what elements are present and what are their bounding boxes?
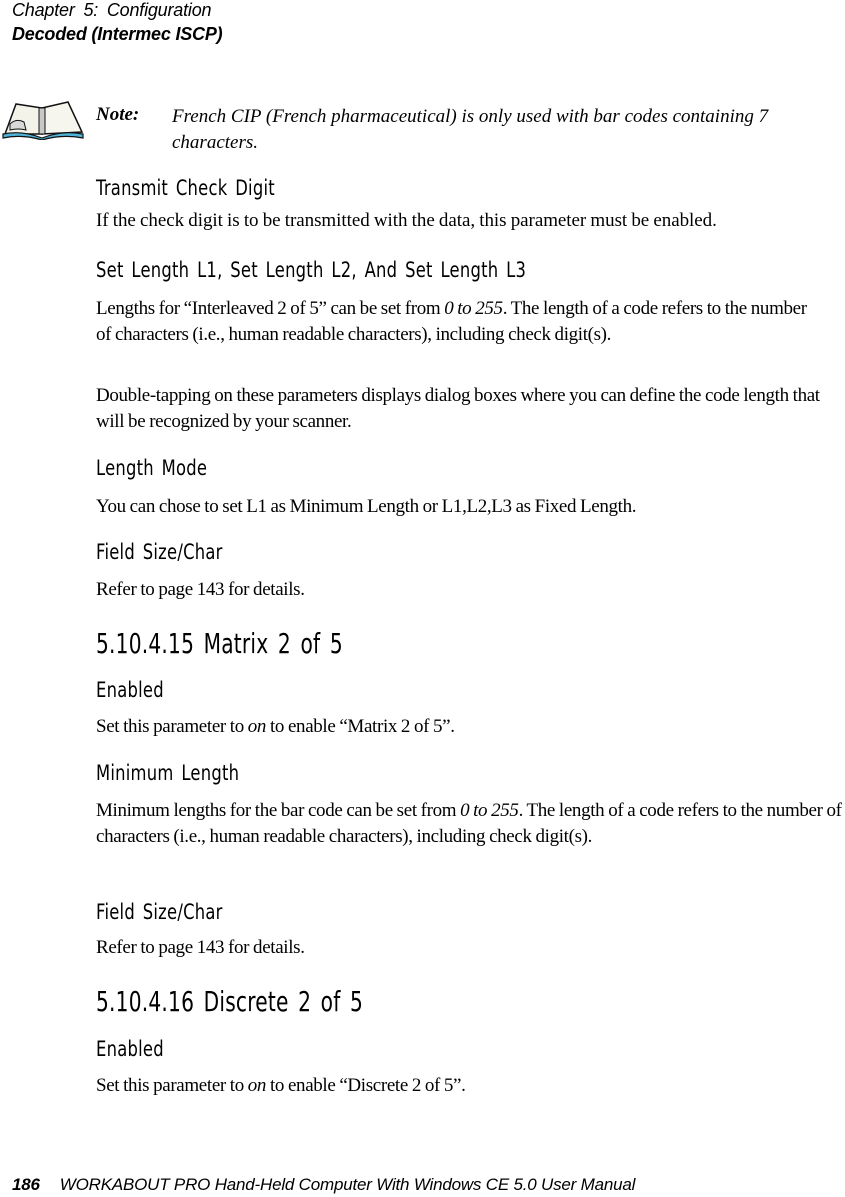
heading-discrete-2-of-5: 5.10.4.16 Discrete 2 of 5 — [96, 985, 364, 1018]
heading-set-length: Set Length L1, Set Length L2, And Set Le… — [96, 258, 527, 282]
value-emphasis: on — [247, 1075, 267, 1096]
running-header-chapter: Chapter 5: Configuration — [12, 0, 212, 20]
value-emphasis: on — [247, 716, 267, 737]
open-book-icon — [2, 98, 84, 141]
heading-field-size-char: Field Size/Char — [96, 540, 223, 564]
paragraph-matrix-enabled: Set this parameter to on to enable “Matr… — [96, 714, 845, 740]
paragraph-set-length-1: Lengths for “Interleaved 2 of 5” can be … — [96, 296, 816, 348]
range-emphasis: 0 to 255 — [460, 800, 519, 821]
heading-matrix-enabled: Enabled — [96, 678, 164, 702]
heading-matrix-2-of-5: 5.10.4.15 Matrix 2 of 5 — [96, 627, 343, 660]
paragraph-discrete-enabled: Set this parameter to on to enable “Disc… — [96, 1073, 845, 1099]
text-run: Minimum lengths for the bar code can be … — [96, 800, 461, 821]
text-run: Set this parameter to — [96, 1075, 248, 1096]
paragraph-field-size-char: Refer to page 143 for details. — [96, 579, 305, 600]
text-run: to enable “Matrix 2 of 5”. — [266, 716, 455, 737]
note-label: Note: — [96, 104, 140, 125]
text-run: Set this parameter to — [96, 716, 248, 737]
page-footer: 186 WORKABOUT PRO Hand-Held Computer With… — [12, 1175, 635, 1195]
text-run: Lengths for “Interleaved 2 of 5” can be … — [96, 298, 445, 319]
text-run: to enable “Discrete 2 of 5”. — [266, 1075, 466, 1096]
running-header-section: Decoded (Intermec ISCP) — [12, 24, 223, 44]
heading-discrete-enabled: Enabled — [96, 1037, 164, 1061]
heading-field-size-char-2: Field Size/Char — [96, 900, 223, 924]
heading-length-mode: Length Mode — [96, 456, 208, 480]
page-number: 186 — [12, 1175, 40, 1194]
paragraph-set-length-2: Double-tapping on these parameters displ… — [96, 385, 820, 432]
manual-title: WORKABOUT PRO Hand-Held Computer With Wi… — [59, 1175, 636, 1194]
paragraph-field-size-char-2: Refer to page 143 for details. — [96, 937, 305, 958]
note-text: French CIP (French pharmaceutical) is on… — [172, 106, 769, 153]
paragraph-minimum-length: Minimum lengths for the bar code can be … — [96, 798, 845, 850]
paragraph-transmit-check-digit: If the check digit is to be transmitted … — [96, 210, 717, 231]
paragraph-length-mode: You can chose to set L1 as Minimum Lengt… — [96, 496, 637, 517]
heading-minimum-length: Minimum Length — [96, 761, 240, 785]
range-emphasis: 0 to 255 — [444, 298, 503, 319]
heading-transmit-check-digit: Transmit Check Digit — [96, 176, 275, 200]
